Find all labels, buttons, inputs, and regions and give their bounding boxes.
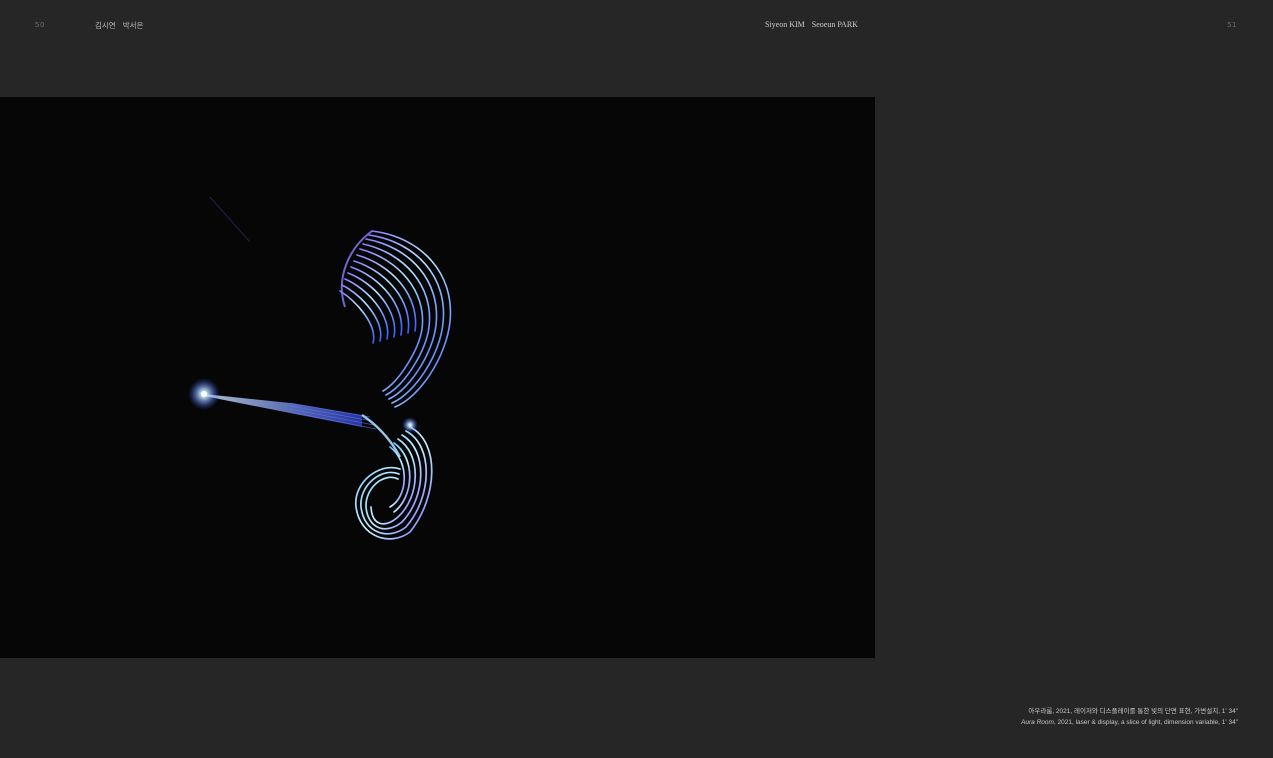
caption-english-details: , 2021, laser & display, a slice of ligh…	[1053, 719, 1238, 726]
light-beam	[204, 394, 362, 427]
right-page-number: 51	[1227, 21, 1237, 29]
laser-light-illustration	[188, 196, 452, 540]
left-page-number: 50	[35, 21, 45, 29]
light-source-core	[201, 391, 207, 397]
author-korean-2: 박서은	[122, 21, 144, 30]
caption-english: Aura Room, 2021, laser & display, a slic…	[1021, 717, 1238, 728]
author-english-2: Seoeun PARK	[811, 20, 858, 29]
author-english-1: Siyeon KIM	[765, 20, 805, 29]
upper-ribbon	[339, 230, 452, 408]
authors-english: Siyeon KIM Seoeun PARK	[765, 20, 858, 29]
artwork-image	[0, 97, 875, 658]
lower-ribbon	[355, 426, 433, 540]
stray-ray	[209, 196, 251, 243]
ribbon-glow-point	[402, 417, 418, 433]
author-korean-1: 김시연	[95, 21, 116, 30]
caption-korean: 아우라룸, 2021, 레이저와 디스플레이를 통한 빛의 단면 표현, 가변설…	[1028, 708, 1238, 715]
authors-korean: 김시연 박서은	[95, 20, 143, 31]
caption-english-title: Aura Room	[1021, 719, 1054, 726]
artwork-caption: 아우라룸, 2021, 레이저와 디스플레이를 통한 빛의 단면 표현, 가변설…	[1021, 706, 1238, 728]
